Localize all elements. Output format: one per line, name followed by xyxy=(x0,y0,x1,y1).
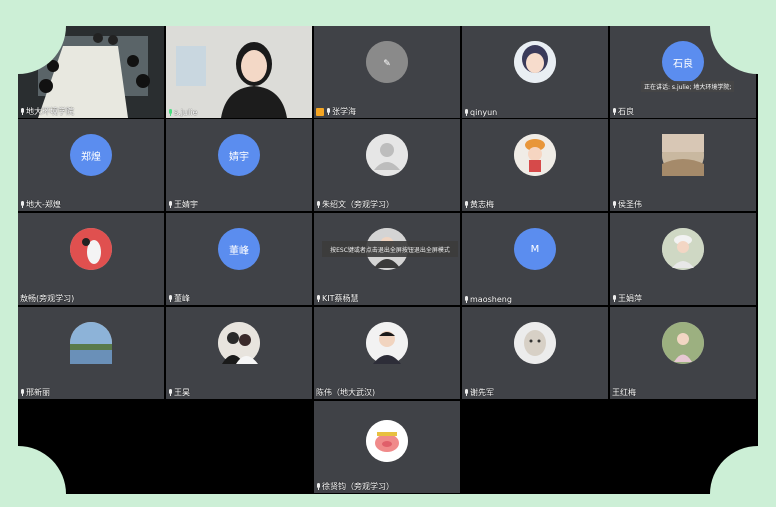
mic-icon xyxy=(20,108,25,115)
mic-icon xyxy=(316,201,321,208)
participant-tile[interactable]: 侯圣伟 xyxy=(610,119,756,211)
participant-tile[interactable]: M maosheng xyxy=(462,213,608,305)
avatar xyxy=(70,322,112,364)
avatar xyxy=(662,134,704,176)
participant-tile[interactable]: 王娟萍 xyxy=(610,213,756,305)
participant-tile[interactable]: 王昊 xyxy=(166,307,312,399)
participant-tile[interactable]: qinyun xyxy=(462,26,608,118)
mic-icon xyxy=(464,389,469,396)
mic-icon xyxy=(464,296,469,303)
fullscreen-tooltip: 按ESC键或者点击退出全屏按钮退出全屏模式 xyxy=(322,241,458,257)
participant-tile[interactable]: 婧宇 王婧宇 xyxy=(166,119,312,211)
mic-icon xyxy=(316,483,321,490)
mic-icon xyxy=(168,109,173,116)
mic-icon xyxy=(464,201,469,208)
mic-icon xyxy=(168,389,173,396)
participant-tile[interactable]: s.julie xyxy=(166,26,312,118)
mic-icon xyxy=(612,295,617,302)
mic-icon xyxy=(316,295,321,302)
avatar: 董峰 xyxy=(218,228,260,270)
participant-tile[interactable]: KIT蔡杨慧 xyxy=(314,213,460,305)
participant-tile[interactable]: 黄志梅 xyxy=(462,119,608,211)
participant-tile[interactable]: 朱绍文（旁观学习） xyxy=(314,119,460,211)
avatar xyxy=(514,322,556,364)
svg-text:✎: ✎ xyxy=(383,59,391,69)
host-icon xyxy=(316,107,324,116)
participant-tile[interactable]: 郑煌 地大-郑煌 xyxy=(18,119,164,211)
mic-icon xyxy=(326,108,331,115)
avatar: 郑煌 xyxy=(70,134,112,176)
avatar xyxy=(366,322,408,364)
participant-tile[interactable]: 董峰 董峰 xyxy=(166,213,312,305)
participant-tile[interactable]: ✎ 张学海 xyxy=(314,26,460,118)
avatar xyxy=(514,41,556,83)
avatar xyxy=(366,134,408,176)
avatar xyxy=(514,134,556,176)
speaking-indicator: 正在讲话: s.julie; 地大环境学院; xyxy=(641,81,735,92)
mic-icon xyxy=(168,201,173,208)
avatar xyxy=(662,228,704,270)
participant-tile[interactable]: 陈伟（地大武汉) xyxy=(314,307,460,399)
participant-tile[interactable]: 敖畅(旁观学习) xyxy=(18,213,164,305)
participant-tile[interactable]: 邢新丽 xyxy=(18,307,164,399)
avatar xyxy=(366,420,408,462)
avatar xyxy=(662,322,704,364)
avatar: 石良 xyxy=(662,41,704,83)
participant-tile[interactable]: 徐贤钧（旁观学习） xyxy=(314,401,460,493)
participant-tile[interactable]: 谢先军 xyxy=(462,307,608,399)
avatar xyxy=(218,322,260,364)
mic-icon xyxy=(612,201,617,208)
avatar: M xyxy=(514,228,556,270)
mic-icon xyxy=(168,295,173,302)
avatar xyxy=(70,228,112,270)
participant-tile[interactable]: 王红梅 xyxy=(610,307,756,399)
mic-icon xyxy=(20,201,25,208)
avatar: ✎ xyxy=(366,41,408,83)
speaker-video xyxy=(166,26,312,118)
mic-icon xyxy=(612,108,617,115)
avatar: 婧宇 xyxy=(218,134,260,176)
mic-icon xyxy=(464,109,469,116)
mic-icon xyxy=(20,389,25,396)
